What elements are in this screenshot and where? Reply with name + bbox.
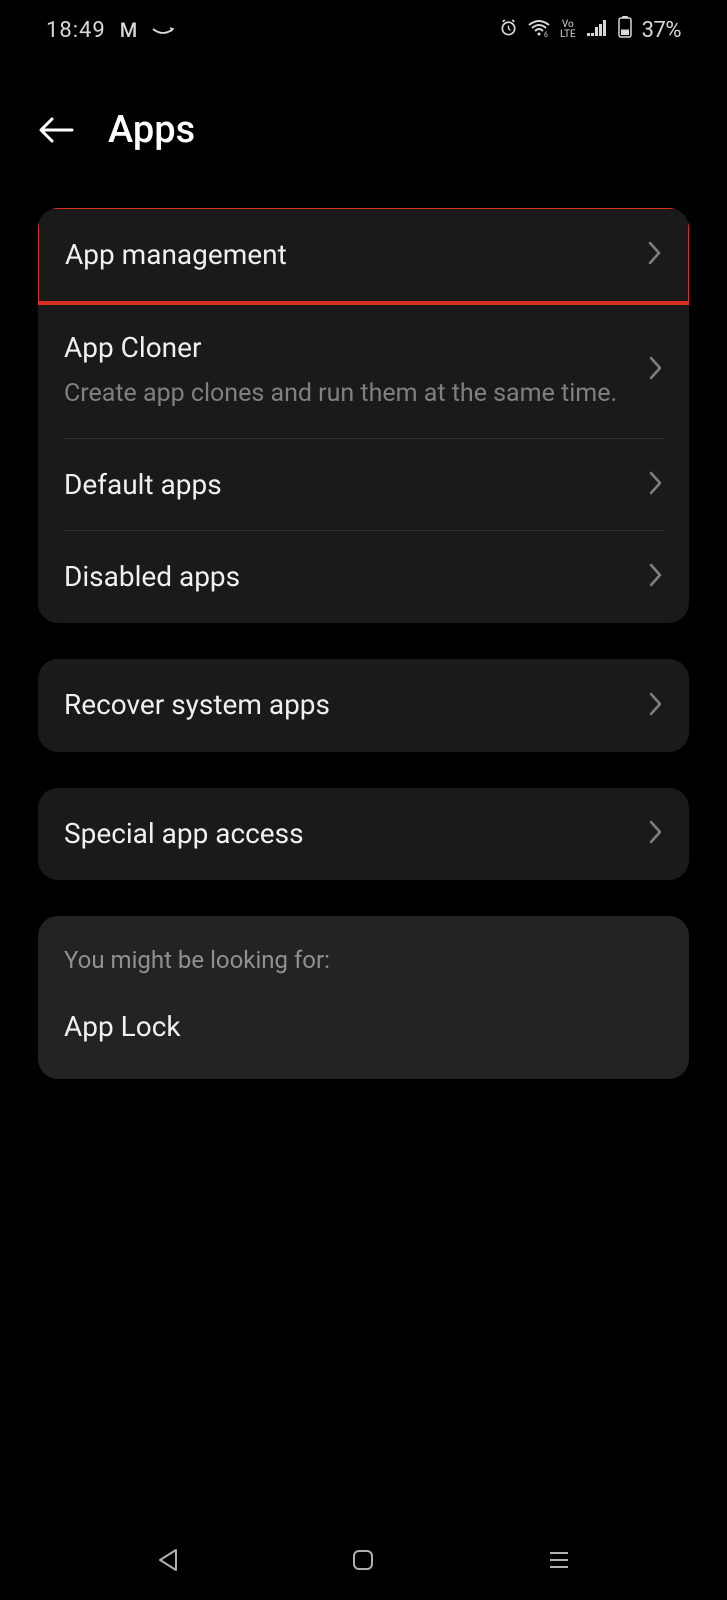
arrow-left-icon — [38, 116, 74, 144]
status-bar-left: 18:49 M — [46, 18, 175, 43]
navigation-bar — [0, 1520, 727, 1600]
apps-settings-group-3: Special app access — [38, 788, 689, 880]
clock-time: 18:49 — [46, 18, 106, 43]
triangle-back-icon — [156, 1547, 180, 1573]
chevron-right-icon — [649, 356, 663, 384]
battery-percentage: 37% — [642, 18, 681, 43]
square-home-icon — [351, 1548, 375, 1572]
chevron-right-icon — [649, 563, 663, 591]
nav-back-button[interactable] — [148, 1540, 188, 1580]
suggestion-card: You might be looking for: App Lock — [38, 916, 689, 1079]
app-management-row[interactable]: App management — [38, 208, 689, 305]
alarm-icon — [499, 18, 518, 43]
recover-system-apps-row[interactable]: Recover system apps — [38, 659, 689, 751]
list-item-subtitle: Create app clones and run them at the sa… — [64, 377, 629, 411]
wifi-icon: 6 — [528, 18, 550, 43]
status-bar-right: 6 Vo LTE 37% — [499, 16, 681, 44]
svg-text:6: 6 — [544, 31, 548, 37]
apps-settings-group-2: Recover system apps — [38, 659, 689, 751]
chevron-right-icon — [649, 692, 663, 720]
list-item-title: App Cloner — [64, 330, 629, 366]
apps-settings-group-1: App management App Cloner Create app clo… — [38, 208, 689, 623]
nav-recents-button[interactable] — [539, 1540, 579, 1580]
list-item-title: Default apps — [64, 467, 629, 503]
list-item-title: App management — [65, 237, 628, 273]
app-lock-link[interactable]: App Lock — [64, 1010, 663, 1043]
app-cloner-row[interactable]: App Cloner Create app clones and run the… — [38, 302, 689, 438]
list-item-title: Special app access — [64, 816, 629, 852]
status-bar: 18:49 M 6 Vo — [0, 0, 727, 60]
list-item-title: Disabled apps — [64, 559, 629, 595]
amazon-icon — [151, 18, 175, 43]
battery-icon — [618, 16, 632, 44]
disabled-apps-row[interactable]: Disabled apps — [38, 531, 689, 623]
header: Apps — [0, 60, 727, 188]
signal-icon — [586, 18, 608, 43]
back-button[interactable] — [36, 110, 76, 150]
menu-recents-icon — [547, 1550, 571, 1570]
chevron-right-icon — [648, 241, 662, 269]
page-title: Apps — [108, 108, 195, 152]
default-apps-row[interactable]: Default apps — [38, 439, 689, 531]
list-item-title: Recover system apps — [64, 687, 629, 723]
content-area: App management App Cloner Create app clo… — [0, 188, 727, 1099]
gmail-icon: M — [120, 18, 138, 42]
chevron-right-icon — [649, 820, 663, 848]
volte-icon: Vo LTE — [560, 20, 576, 40]
special-app-access-row[interactable]: Special app access — [38, 788, 689, 880]
suggestion-header: You might be looking for: — [64, 946, 663, 974]
nav-home-button[interactable] — [343, 1540, 383, 1580]
chevron-right-icon — [649, 471, 663, 499]
